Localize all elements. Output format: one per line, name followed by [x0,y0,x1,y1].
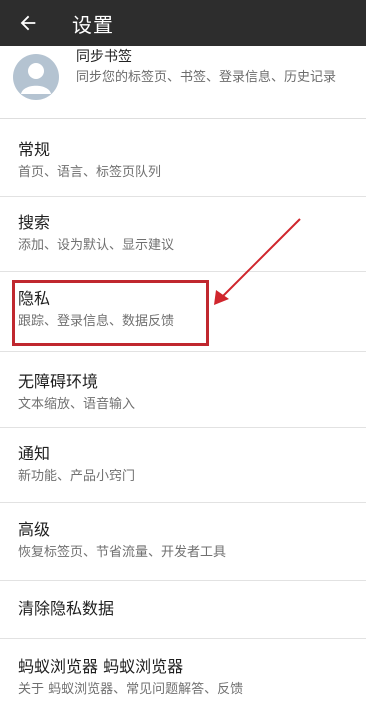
settings-item-subtitle: 关于 蚂蚁浏览器、常见问题解答、反馈 [18,682,244,697]
settings-item-subtitle: 恢复标签页、节省流量、开发者工具 [18,545,227,560]
settings-item-title: 无障碍环境 [18,372,99,391]
settings-item-search[interactable]: 搜索 添加、设为默认、显示建议 [0,197,366,272]
settings-item-privacy[interactable]: 隐私 跟踪、登录信息、数据反馈 [0,272,366,352]
sync-title: 同步书签 [76,49,132,65]
settings-item-general[interactable]: 常规 首页、语言、标签页队列 [0,124,366,197]
settings-item-subtitle: 跟踪、登录信息、数据反馈 [18,314,175,329]
settings-item-title: 通知 [18,444,51,463]
settings-item-subtitle: 文本缩放、语音输入 [18,397,136,412]
settings-item-accessibility[interactable]: 无障碍环境 文本缩放、语音输入 [0,352,366,428]
settings-item-title: 常规 [18,140,51,159]
settings-item-title: 搜索 [18,213,51,232]
avatar [13,54,59,100]
settings-item-title: 清除隐私数据 [18,599,115,618]
settings-item-title: 隐私 [18,289,51,308]
user-icon [21,63,51,94]
settings-item-notifications[interactable]: 通知 新功能、产品小窍门 [0,428,366,503]
sync-bookmarks-card[interactable]: 同步书签 同步您的标签页、书签、登录信息、历史记录 [0,46,366,119]
sync-subtitle: 同步您的标签页、书签、登录信息、历史记录 [76,70,337,85]
arrow-left-icon [20,15,36,31]
settings-list: 常规 首页、语言、标签页队列 搜索 添加、设为默认、显示建议 隐私 跟踪、登录信… [0,124,366,709]
settings-item-advanced[interactable]: 高级 恢复标签页、节省流量、开发者工具 [0,503,366,581]
page-title: 设置 [72,12,114,37]
settings-item-subtitle: 新功能、产品小窍门 [18,469,136,484]
settings-item-subtitle: 添加、设为默认、显示建议 [18,238,175,253]
settings-item-title: 蚂蚁浏览器 蚂蚁浏览器 [18,657,184,676]
settings-item-about[interactable]: 蚂蚁浏览器 蚂蚁浏览器 关于 蚂蚁浏览器、常见问题解答、反馈 [0,639,366,709]
settings-item-title: 高级 [18,520,51,539]
back-button[interactable] [0,0,56,46]
app-bar: 设置 [0,0,366,46]
settings-item-subtitle: 首页、语言、标签页队列 [18,165,162,180]
settings-item-clear-private-data[interactable]: 清除隐私数据 [0,581,366,639]
